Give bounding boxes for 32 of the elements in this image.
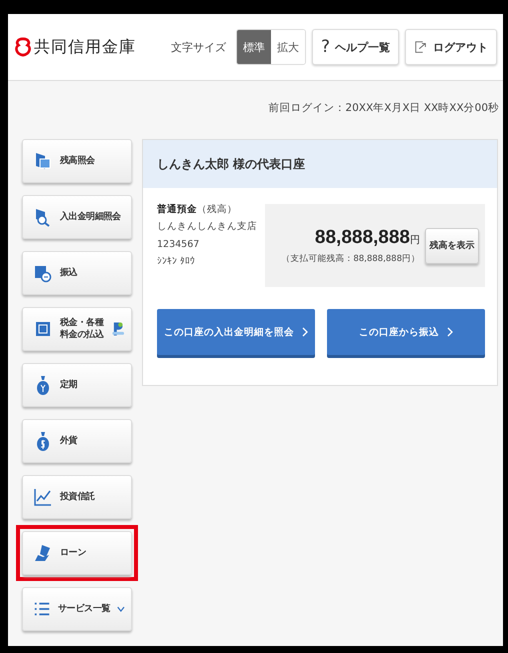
font-size-option[interactable]: 標準: [236, 30, 271, 64]
line-chart-icon: [33, 487, 53, 507]
sidebar-item[interactable]: 外貨: [22, 419, 132, 463]
logo-icon: [14, 37, 32, 57]
sidebar-item[interactable]: ローン: [22, 531, 132, 575]
available-balance: （支払可能残高：88,888,888円）: [281, 252, 420, 264]
card-title: しんきん太郎 様の代表口座: [157, 156, 306, 172]
account-holder: ｼﾝｷﾝ ﾀﾛｳ: [157, 256, 196, 268]
action-button[interactable]: この口座の入出金明細を照会: [157, 309, 315, 355]
sidebar-item[interactable]: 定期: [22, 363, 132, 407]
logout-button[interactable]: ログアウト: [405, 29, 497, 65]
font-size-label: 文字サイズ: [170, 40, 226, 54]
show-balance-button[interactable]: 残高を表示: [425, 228, 479, 264]
chevron-right-icon: [447, 327, 453, 337]
sidebar-item[interactable]: 税金・各種 料金の払込: [22, 307, 132, 351]
logo-text: 共同信用金庫: [34, 36, 136, 58]
account-type: 普通預金（残高）: [157, 204, 238, 216]
document-icon: [33, 151, 53, 171]
list-icon: [33, 600, 51, 618]
last-login-text: 前回ログイン：20XX年X月X日 XX時XX分00秒: [268, 101, 500, 116]
sidebar-item[interactable]: 投資信託: [22, 475, 132, 519]
sidebar-item[interactable]: サービス一覧: [22, 587, 132, 631]
sidebar-item[interactable]: 入出金明細照会: [22, 195, 132, 239]
help-button[interactable]: ? ヘルプ一覧: [312, 29, 399, 65]
balance-amount: 88,888,888円: [314, 226, 420, 248]
branch-name: しんきんしんきん支店: [157, 221, 257, 234]
chevron-right-icon: [302, 327, 308, 337]
sidebar-item[interactable]: 残高照会: [22, 139, 132, 183]
account-number: 1234567: [157, 238, 200, 252]
action-button[interactable]: この口座から振込: [327, 309, 485, 355]
sidebar-item[interactable]: 振込: [22, 251, 132, 295]
logout-icon: [414, 40, 428, 54]
